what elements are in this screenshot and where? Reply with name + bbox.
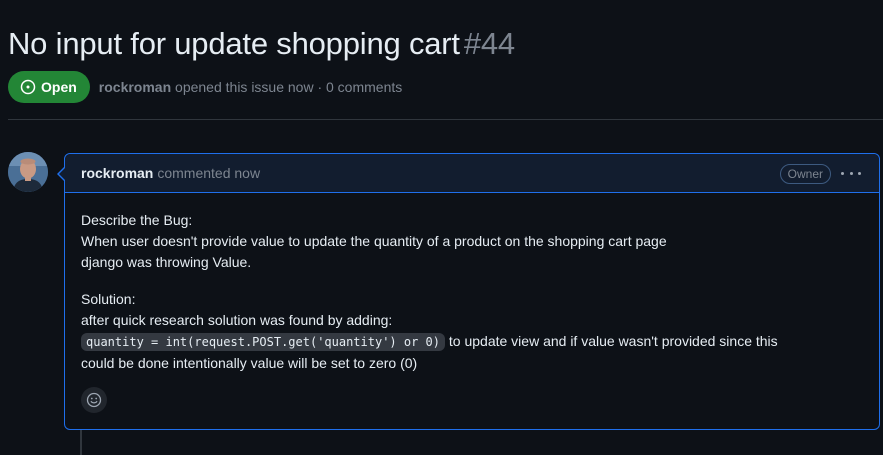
issue-page: No input for update shopping cart #44 Ope… [0, 0, 883, 455]
body-line-4: Solution: [81, 291, 136, 307]
comment-timestamp[interactable]: commented now [157, 165, 260, 181]
inline-code: quantity = int(request.POST.get('quantit… [81, 333, 446, 351]
issue-opened-icon [20, 79, 36, 95]
comment-author-link[interactable]: rockroman [81, 165, 153, 181]
comment-header: rockroman commented now Owner [65, 154, 879, 193]
issue-meta-text: opened this issue now · 0 comments [175, 79, 403, 95]
comment-body: Describe the Bug: When user doesn't prov… [65, 193, 879, 374]
issue-state-row: Open rockroman opened this issue now · 0… [8, 71, 402, 103]
body-line-1: Describe the Bug: [81, 212, 193, 228]
kebab-horizontal-icon[interactable] [841, 164, 861, 182]
issue-state-badge: Open [8, 71, 90, 103]
body-line-2: When user doesn't provide value to updat… [81, 233, 667, 249]
smiley-icon [86, 392, 102, 408]
issue-number: #44 [463, 26, 515, 61]
issue-title: No input for update shopping cart #44 [8, 24, 515, 64]
solution-paragraph: Solution: after quick research solution … [81, 289, 863, 374]
issue-author-link[interactable]: rockroman [99, 79, 171, 95]
comment-box: rockroman commented now Owner Describe t… [57, 153, 880, 430]
body-line-5: after quick research solution was found … [81, 312, 393, 328]
avatar-image [8, 152, 48, 192]
header-divider [8, 119, 883, 120]
add-reaction-button[interactable] [81, 387, 107, 413]
body-line-6: to update view and if value wasn't provi… [448, 333, 778, 349]
issue-meta: rockroman opened this issue now · 0 comm… [99, 79, 402, 95]
owner-badge: Owner [779, 164, 831, 184]
issue-title-text: No input for update shopping cart [8, 26, 460, 61]
body-line-3: django was throwing Value. [81, 254, 252, 270]
avatar[interactable] [8, 152, 48, 192]
body-line-7: could be done intentionally value will b… [81, 355, 418, 371]
issue-state-label: Open [41, 79, 77, 95]
timeline-line [80, 429, 82, 455]
bug-paragraph: Describe the Bug: When user doesn't prov… [81, 210, 863, 273]
